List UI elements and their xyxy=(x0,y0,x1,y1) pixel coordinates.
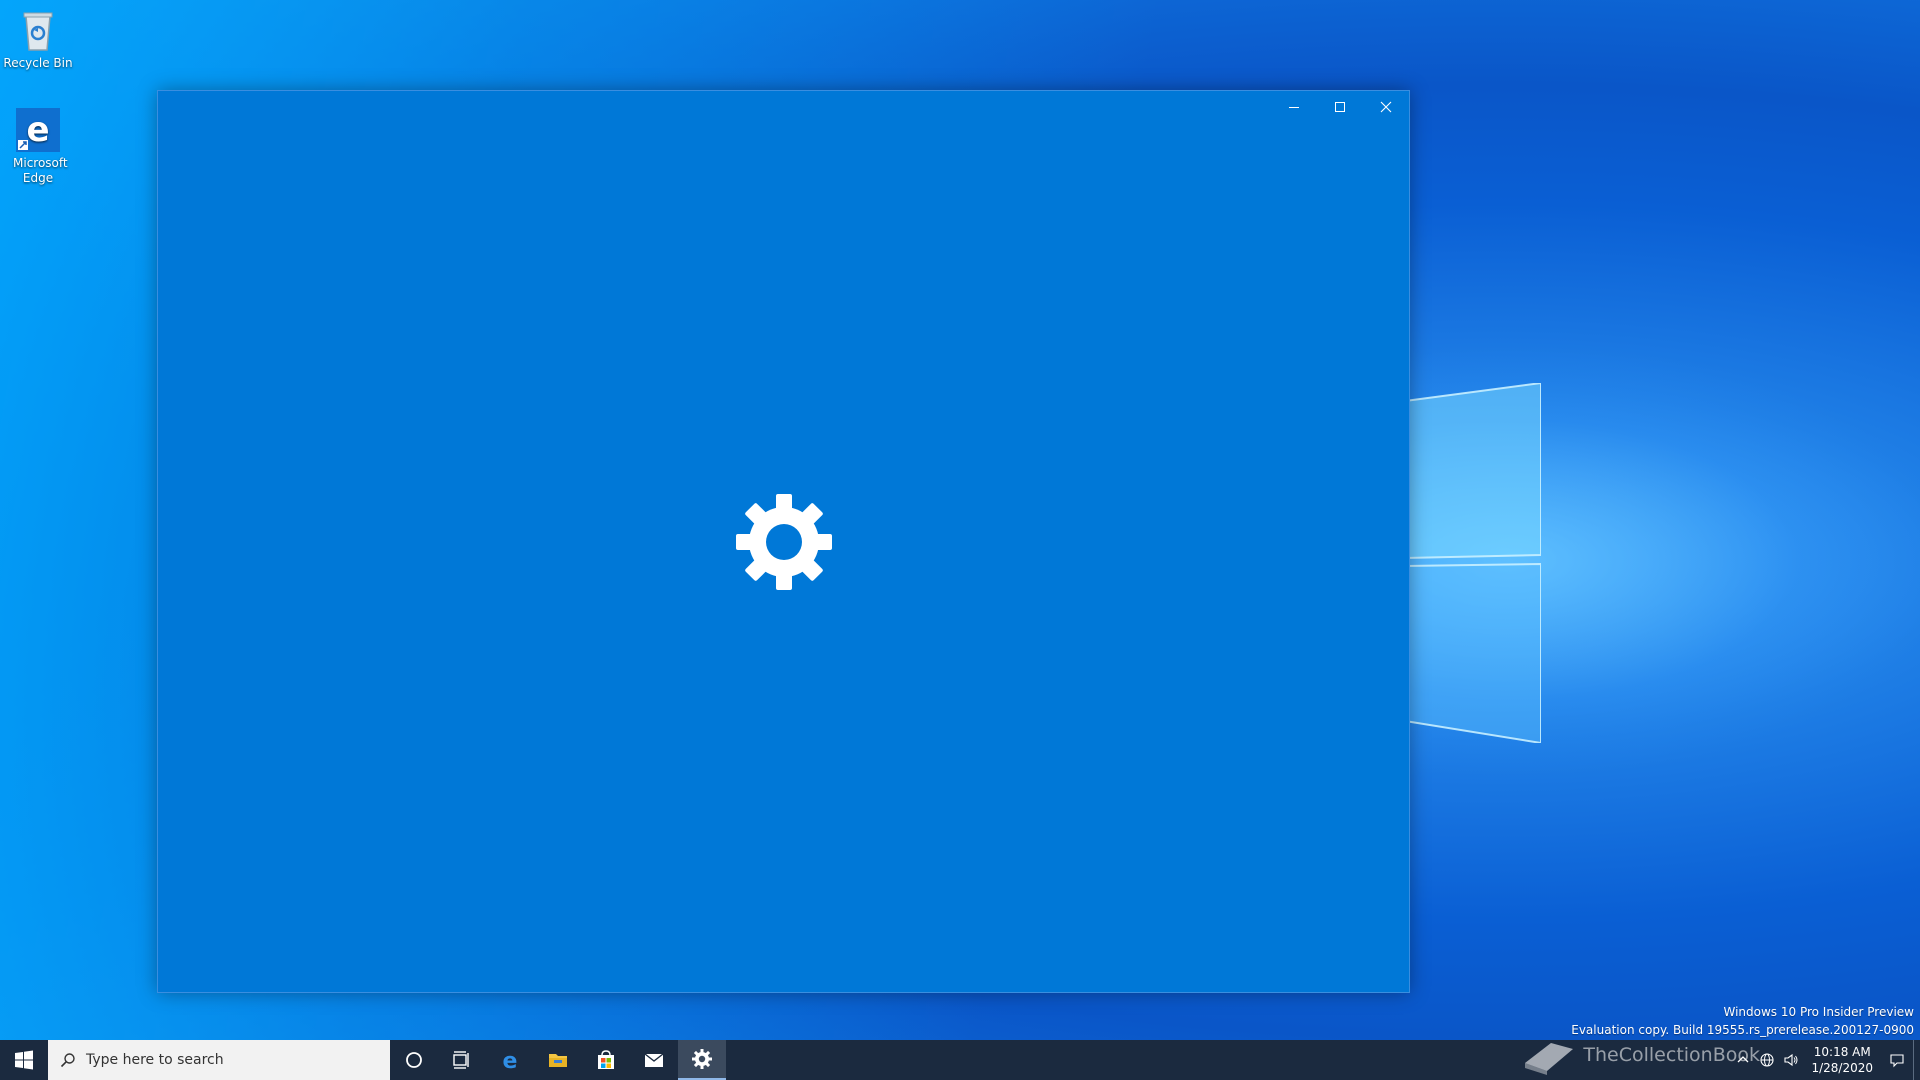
settings-window[interactable] xyxy=(157,90,1410,993)
settings-icon xyxy=(692,1049,712,1069)
chevron-up-icon xyxy=(1738,1056,1749,1063)
desktop: Recycle Bin e Microsoft Edge Windows 10 … xyxy=(0,0,1920,1080)
desktop-icon-label: Microsoft Edge xyxy=(13,156,68,185)
minimize-button[interactable] xyxy=(1271,91,1317,123)
clock-time: 10:18 AM xyxy=(1813,1045,1871,1059)
maximize-icon xyxy=(1335,102,1345,112)
tray-network-button[interactable] xyxy=(1755,1040,1779,1080)
edge-icon: e xyxy=(14,106,62,154)
action-center-button[interactable] xyxy=(1881,1040,1913,1080)
windows-logo-wallpaper xyxy=(1404,381,1542,745)
taskbar-file-explorer-button[interactable] xyxy=(534,1040,582,1080)
notifications-icon xyxy=(1890,1054,1904,1068)
taskbar-store-button[interactable] xyxy=(582,1040,630,1080)
maximize-button[interactable] xyxy=(1317,91,1363,123)
cortana-icon xyxy=(406,1052,422,1068)
taskbar-edge-button[interactable]: e xyxy=(486,1040,534,1080)
recycle-bin-icon xyxy=(14,6,62,54)
system-tray: 10:18 AM 1/28/2020 xyxy=(1731,1040,1920,1080)
task-view-button[interactable] xyxy=(438,1040,486,1080)
search-box[interactable]: Type here to search xyxy=(48,1040,390,1080)
book-icon xyxy=(1525,1043,1574,1075)
file-explorer-icon xyxy=(549,1054,567,1067)
cortana-button[interactable] xyxy=(390,1040,438,1080)
search-placeholder: Type here to search xyxy=(86,1052,224,1068)
desktop-icon-microsoft-edge[interactable]: e Microsoft Edge xyxy=(0,106,76,186)
store-icon xyxy=(598,1050,614,1069)
volume-icon xyxy=(1784,1053,1798,1067)
tray-volume-button[interactable] xyxy=(1779,1040,1803,1080)
tray-clock[interactable]: 10:18 AM 1/28/2020 xyxy=(1803,1044,1881,1076)
show-desktop-button[interactable] xyxy=(1913,1040,1920,1080)
search-icon xyxy=(60,1053,75,1068)
close-button[interactable] xyxy=(1363,91,1409,123)
svg-text:e: e xyxy=(503,1049,518,1071)
gear-icon xyxy=(734,492,834,592)
windows-start-icon xyxy=(15,1050,33,1070)
desktop-icon-label: Recycle Bin xyxy=(3,56,73,70)
svg-text:e: e xyxy=(26,110,49,150)
network-icon xyxy=(1760,1053,1775,1067)
clock-date: 1/28/2020 xyxy=(1811,1061,1873,1075)
watermark-edition: Windows 10 Pro Insider Preview xyxy=(1723,1005,1914,1019)
mail-icon xyxy=(644,1053,664,1067)
tray-overflow-button[interactable] xyxy=(1731,1040,1755,1080)
taskbar-mail-button[interactable] xyxy=(630,1040,678,1080)
taskbar: Type here to search e TheCollectionBook … xyxy=(0,1040,1920,1080)
task-view-icon xyxy=(453,1051,469,1069)
desktop-icon-recycle-bin[interactable]: Recycle Bin xyxy=(0,6,76,71)
minimize-icon xyxy=(1289,107,1299,108)
start-button[interactable] xyxy=(0,1040,48,1080)
taskbar-settings-button[interactable] xyxy=(678,1040,726,1080)
window-controls xyxy=(1271,91,1409,123)
close-icon xyxy=(1380,101,1392,113)
brand-overlay: TheCollectionBook xyxy=(1521,1030,1760,1080)
edge-icon: e xyxy=(503,1049,518,1071)
